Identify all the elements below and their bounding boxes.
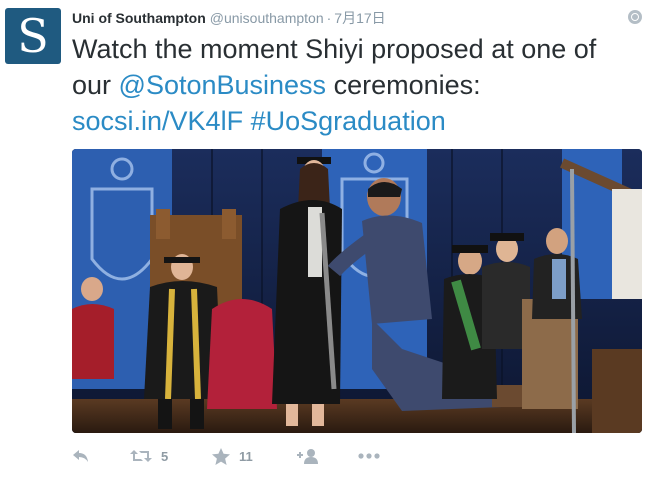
reply-button[interactable] (72, 444, 90, 468)
follow-button[interactable] (297, 444, 319, 468)
star-icon (212, 447, 230, 465)
tweet-text: Watch the moment Shiyi proposed at one o… (72, 31, 642, 139)
retweet-count: 5 (161, 448, 169, 464)
retweet-icon (130, 450, 152, 462)
favorite-count: 11 (239, 448, 253, 464)
author-name[interactable]: Uni of Southampton (72, 10, 206, 26)
tweet-header: Uni of Southampton @unisouthampton · 7月17日 (72, 9, 386, 27)
tweet-actions: 5 11 (72, 444, 642, 468)
tweet-date[interactable]: 7月17日 (334, 10, 385, 26)
avatar[interactable]: S (5, 8, 61, 64)
globe-icon (628, 10, 642, 24)
url-link[interactable]: socsi.in/VK4lF (72, 106, 243, 136)
more-icon (358, 453, 380, 459)
header-separator: · (326, 10, 332, 26)
reply-icon (73, 450, 88, 462)
graduation-proposal-photo (72, 149, 642, 433)
favorite-button[interactable]: 11 (212, 444, 253, 468)
hashtag-link[interactable]: #UoSgraduation (251, 106, 446, 136)
avatar-letter: S (17, 9, 49, 63)
tweet-photo[interactable] (72, 149, 642, 433)
mention-link[interactable]: @SotonBusiness (119, 70, 327, 100)
author-handle[interactable]: @unisouthampton (210, 10, 324, 26)
tweet-text-part2: ceremonies: (326, 70, 481, 100)
more-button[interactable] (358, 444, 380, 468)
follow-icon (297, 449, 318, 464)
retweet-button[interactable]: 5 (130, 444, 168, 468)
